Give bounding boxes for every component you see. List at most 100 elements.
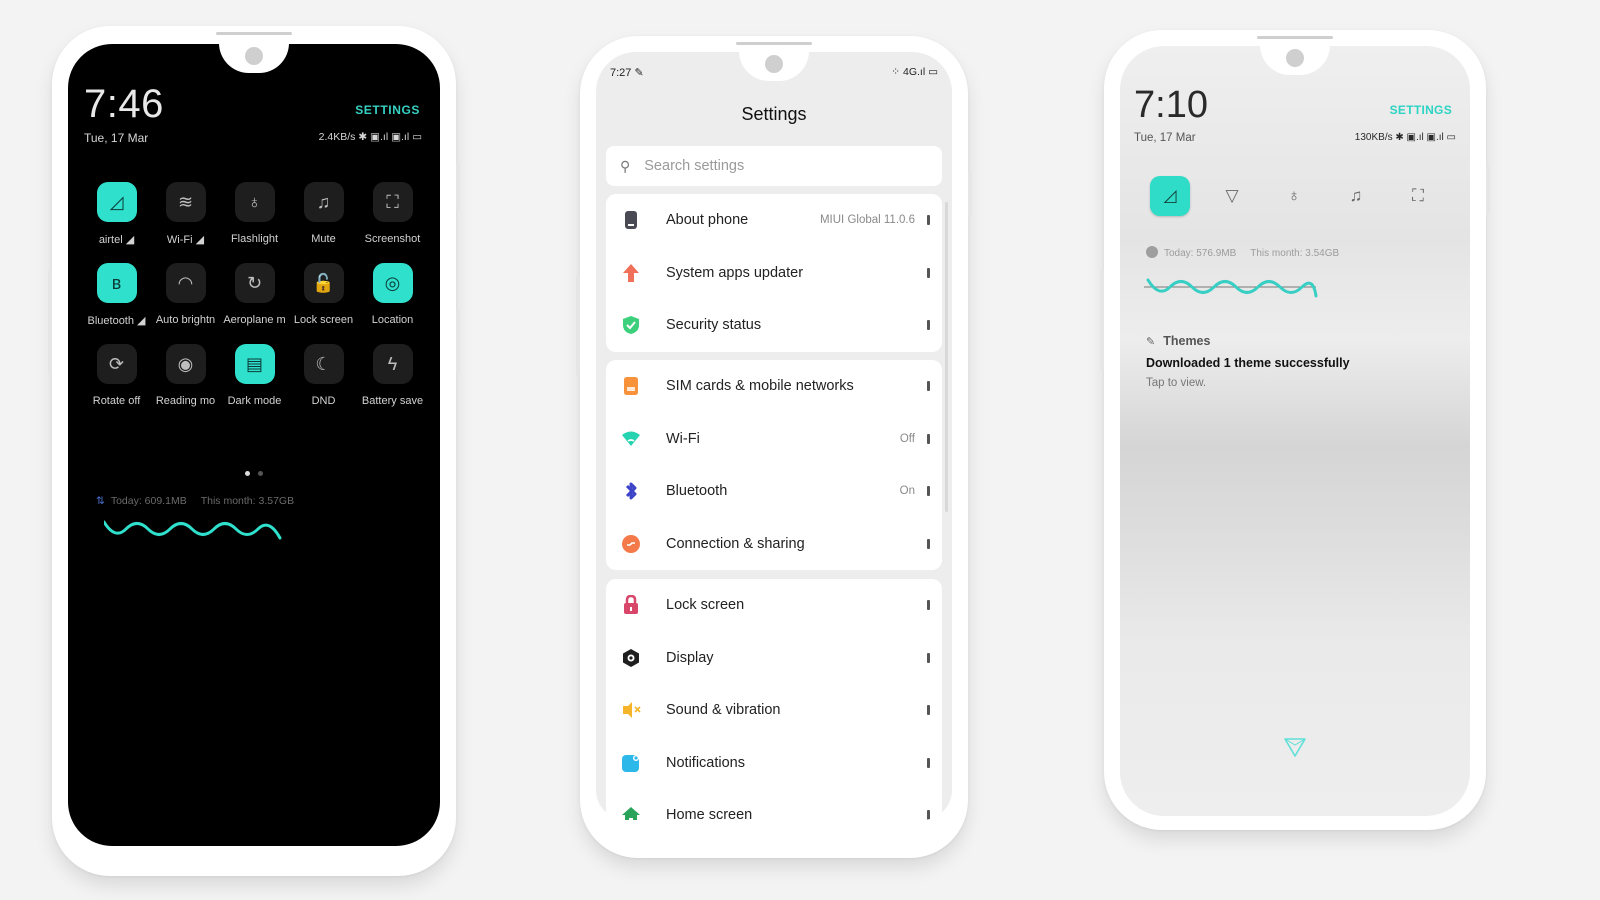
themes-app-icon: ✎ bbox=[1146, 336, 1156, 348]
settings-row-home-screen[interactable]: Home screen bbox=[606, 789, 942, 820]
screen: 7:27 ✎ ⁘ 4G.ıl ▭ Settings ⚲ About phone M… bbox=[596, 52, 952, 820]
settings-row-about-phone[interactable]: About phone MIUI Global 11.0.6 bbox=[606, 194, 942, 247]
quick-toggle-label: Battery save bbox=[361, 395, 424, 407]
settings-row-value: On bbox=[899, 485, 915, 498]
quick-toggle-label: Location bbox=[371, 314, 414, 326]
page-dot[interactable] bbox=[245, 471, 250, 476]
flashlight-icon: ♁ bbox=[234, 182, 275, 222]
quick-toggle-mobile-data[interactable]: ◿ airtel ◢ bbox=[82, 182, 151, 247]
quick-toggle-grid: ◿ airtel ◢ ≋ Wi-Fi ◢ ♁ Flashlight ♫ Mute ⛶ Screen… bbox=[82, 182, 428, 409]
search-bar[interactable]: ⚲ bbox=[606, 146, 942, 186]
quick-toggle-bell[interactable]: ♫ Mute bbox=[289, 182, 358, 247]
dark-mode-icon: ▤ bbox=[234, 344, 275, 384]
side-key bbox=[456, 310, 460, 374]
settings-row-lock-screen[interactable]: Lock screen bbox=[606, 579, 942, 632]
eye-icon: ◉ bbox=[165, 344, 206, 384]
bell-icon[interactable]: ♫ bbox=[1336, 176, 1376, 216]
settings-link[interactable]: SETTINGS bbox=[1390, 103, 1452, 117]
quick-toggle-eye[interactable]: ◉ Reading mo bbox=[151, 344, 220, 409]
date: Tue, 17 Mar bbox=[84, 131, 149, 145]
flashlight-icon[interactable]: ♁ bbox=[1274, 176, 1314, 216]
quick-toggle-row: ◿ ▽ ♁ ♫ ⛶ bbox=[1150, 176, 1438, 216]
notch bbox=[219, 44, 289, 73]
mobile-data-icon: ◿ bbox=[96, 182, 137, 222]
notification-app-name: Themes bbox=[1163, 334, 1211, 348]
settings-row-label: Wi-Fi bbox=[666, 430, 700, 447]
screen: 7:46 Tue, 17 Mar SETTINGS 2.4KB/s ✱ ▣.ıl… bbox=[68, 44, 440, 846]
page-dot[interactable] bbox=[258, 471, 263, 476]
quick-toggle-label: Wi-Fi ◢ bbox=[166, 234, 205, 246]
settings-row-connection-sharing[interactable]: Connection & sharing bbox=[606, 518, 942, 571]
settings-row-label: Security status bbox=[666, 317, 762, 334]
data-usage: ⇅ Today: 609.1MB This month: 3.57GB bbox=[96, 495, 294, 507]
settings-row-system-apps-updater[interactable]: System apps updater bbox=[606, 247, 942, 300]
moon-icon: ☾ bbox=[303, 344, 344, 384]
settings-group-personal: Lock screen Display Sound & vibration Notif… bbox=[606, 579, 942, 820]
quick-toggle-screenshot[interactable]: ⛶ Screenshot bbox=[358, 182, 427, 247]
connection-icon bbox=[620, 533, 642, 555]
scrollbar[interactable] bbox=[945, 202, 948, 512]
mobile-data-icon[interactable]: ◿ bbox=[1150, 176, 1190, 216]
settings-row-security-status[interactable]: Security status bbox=[606, 299, 942, 352]
quick-toggle-auto-brightness[interactable]: ◠ Auto brightn bbox=[151, 263, 220, 328]
lock-icon: 🔓 bbox=[303, 263, 344, 303]
quick-toggle-label: Lock screen bbox=[293, 314, 354, 326]
quick-toggle-aeroplane[interactable]: ↻ Aeroplane m bbox=[220, 263, 289, 328]
quick-toggle-rotate[interactable]: ⟳ Rotate off bbox=[82, 344, 151, 409]
quick-toggle-battery-saver[interactable]: ϟ Battery save bbox=[358, 344, 427, 409]
quick-toggle-label: Aeroplane m bbox=[223, 314, 286, 326]
search-input[interactable] bbox=[644, 158, 905, 174]
wifi-icon[interactable]: ▽ bbox=[1212, 176, 1252, 216]
settings-row-sound-vibration[interactable]: Sound & vibration bbox=[606, 684, 942, 737]
settings-row-display[interactable]: Display bbox=[606, 632, 942, 685]
lock-icon bbox=[620, 594, 642, 616]
settings-row-notifications[interactable]: Notifications bbox=[606, 737, 942, 790]
location-icon: ◎ bbox=[372, 263, 413, 303]
quick-toggle-label: Auto brightn bbox=[155, 314, 216, 326]
data-today: Today: 576.9MB bbox=[1164, 248, 1237, 259]
wave-graphic bbox=[1144, 278, 1318, 298]
settings-row-label: SIM cards & mobile networks bbox=[666, 378, 854, 395]
screenshot-icon[interactable]: ⛶ bbox=[1398, 176, 1438, 216]
shield-check-icon bbox=[620, 314, 642, 336]
collapse-shade-icon[interactable] bbox=[1283, 736, 1307, 758]
quick-toggle-wifi[interactable]: ≋ Wi-Fi ◢ bbox=[151, 182, 220, 247]
notification-body: Tap to view. bbox=[1146, 377, 1207, 389]
screenshot-icon: ⛶ bbox=[372, 182, 413, 222]
wifi-icon bbox=[620, 428, 642, 450]
status-icons: 2.4KB/s ✱ ▣.ıl ▣.ıl ▭ bbox=[318, 131, 422, 143]
quick-toggle-bluetooth[interactable]: ʙ Bluetooth ◢ bbox=[82, 263, 151, 328]
quick-toggle-moon[interactable]: ☾ DND bbox=[289, 344, 358, 409]
quick-toggle-label: Mute bbox=[311, 233, 336, 245]
chevron-right-icon bbox=[927, 705, 930, 716]
settings-link[interactable]: SETTINGS bbox=[355, 103, 420, 117]
quick-toggle-lock[interactable]: 🔓 Lock screen bbox=[289, 263, 358, 328]
settings-row-label: About phone bbox=[666, 212, 749, 229]
phone-dark-control-center: 7:46 Tue, 17 Mar SETTINGS 2.4KB/s ✱ ▣.ıl… bbox=[48, 26, 460, 876]
power-button bbox=[456, 162, 460, 210]
network-usage-icon bbox=[1146, 246, 1158, 258]
settings-row-wi-fi[interactable]: Wi-Fi Off bbox=[606, 413, 942, 466]
quick-toggle-dark-mode[interactable]: ▤ Dark mode bbox=[220, 344, 289, 409]
aeroplane-icon: ↻ bbox=[234, 263, 275, 303]
settings-row-bluetooth[interactable]: Bluetooth On bbox=[606, 465, 942, 518]
chevron-right-icon bbox=[927, 433, 930, 444]
quick-toggle-flashlight[interactable]: ♁ Flashlight bbox=[220, 182, 289, 247]
chevron-right-icon bbox=[927, 810, 930, 820]
notification-card[interactable]: ✎ Themes Downloaded 1 theme successfully … bbox=[1146, 334, 1350, 389]
settings-row-sim-cards-mobile-networks[interactable]: SIM cards & mobile networks bbox=[606, 360, 942, 413]
battery-saver-icon: ϟ bbox=[372, 344, 413, 384]
page-indicator bbox=[245, 471, 263, 476]
front-camera bbox=[765, 55, 783, 73]
auto-brightness-icon: ◠ bbox=[165, 263, 206, 303]
date: Tue, 17 Mar bbox=[1134, 132, 1196, 144]
power-button bbox=[1486, 166, 1490, 214]
settings-group-connectivity: SIM cards & mobile networks Wi-Fi Off Bluet… bbox=[606, 360, 942, 570]
quick-toggle-location[interactable]: ◎ Location bbox=[358, 263, 427, 328]
quick-toggle-label: Dark mode bbox=[227, 395, 282, 407]
front-camera bbox=[245, 47, 263, 65]
display-icon bbox=[620, 647, 642, 669]
clock: 7:10 bbox=[1134, 84, 1208, 126]
sim-icon bbox=[620, 375, 642, 397]
clock: 7:46 bbox=[84, 82, 164, 126]
